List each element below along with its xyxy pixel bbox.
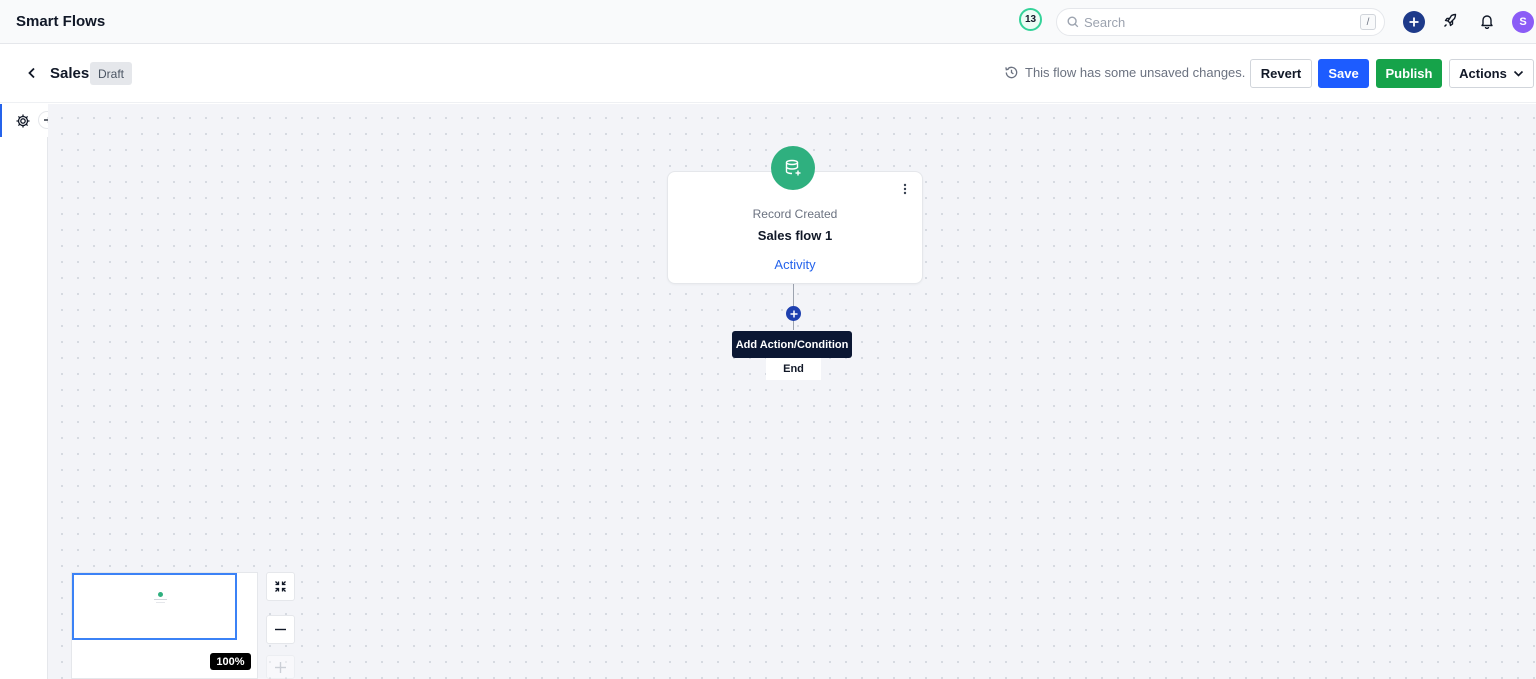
save-button[interactable]: Save xyxy=(1318,59,1369,88)
status-badge: Draft xyxy=(90,62,133,85)
publish-button[interactable]: Publish xyxy=(1376,59,1442,88)
add-step-button[interactable] xyxy=(786,306,801,321)
actions-dropdown-label: Actions xyxy=(1459,66,1507,81)
gear-icon xyxy=(16,114,30,127)
whats-new-button[interactable] xyxy=(1441,12,1459,30)
minimap-node-line xyxy=(154,599,167,600)
notifications-button[interactable] xyxy=(1478,12,1496,30)
left-rail xyxy=(0,104,48,679)
trigger-node-link[interactable]: Activity xyxy=(667,257,923,272)
plus-icon xyxy=(275,661,286,673)
database-plus-icon xyxy=(785,159,801,176)
minimap-node-marker xyxy=(158,592,163,597)
more-vertical-icon xyxy=(903,183,907,195)
minus-icon xyxy=(275,628,286,631)
unsaved-changes-text: This flow has some unsaved changes. xyxy=(1025,65,1246,80)
minimap-viewport[interactable] xyxy=(72,573,237,640)
chevron-left-icon xyxy=(28,67,35,79)
flow-name: Sales xyxy=(50,65,90,82)
chevron-down-icon xyxy=(1513,70,1523,77)
trigger-node-title: Sales flow 1 xyxy=(757,228,833,243)
app-title: Smart Flows xyxy=(16,13,106,30)
trigger-node-icon xyxy=(771,146,815,190)
node-more-menu-button[interactable] xyxy=(898,181,912,197)
plus-icon xyxy=(1409,17,1419,27)
minimap-node-line xyxy=(156,602,165,603)
search-input[interactable] xyxy=(1084,13,1344,31)
trigger-node-type: Record Created xyxy=(752,207,838,221)
search-shortcut-key: / xyxy=(1360,14,1376,30)
history-icon xyxy=(1005,66,1018,79)
fit-view-button[interactable] xyxy=(266,572,295,601)
revert-button[interactable]: Revert xyxy=(1250,59,1312,88)
rocket-icon xyxy=(1444,13,1457,27)
back-button[interactable] xyxy=(24,65,40,81)
collapse-icon xyxy=(275,581,286,592)
actions-dropdown[interactable]: Actions xyxy=(1449,59,1534,88)
end-node-label: End xyxy=(766,358,821,380)
notification-count-badge[interactable]: 13 xyxy=(1019,8,1042,31)
search-box[interactable]: / xyxy=(1056,8,1385,36)
search-icon xyxy=(1067,16,1079,28)
create-new-button[interactable] xyxy=(1403,11,1425,33)
add-step-tooltip: Add Action/Condition xyxy=(732,331,852,358)
top-bar: Smart Flows 13 / S xyxy=(0,0,1536,44)
user-avatar[interactable]: S xyxy=(1512,11,1534,33)
bell-icon xyxy=(1481,15,1493,29)
unsaved-changes-notice: This flow has some unsaved changes. xyxy=(1004,65,1245,80)
zoom-out-button[interactable] xyxy=(266,615,295,644)
zoom-in-button[interactable] xyxy=(266,655,295,679)
plus-icon xyxy=(790,310,797,317)
zoom-level-label: 100% xyxy=(210,653,251,670)
